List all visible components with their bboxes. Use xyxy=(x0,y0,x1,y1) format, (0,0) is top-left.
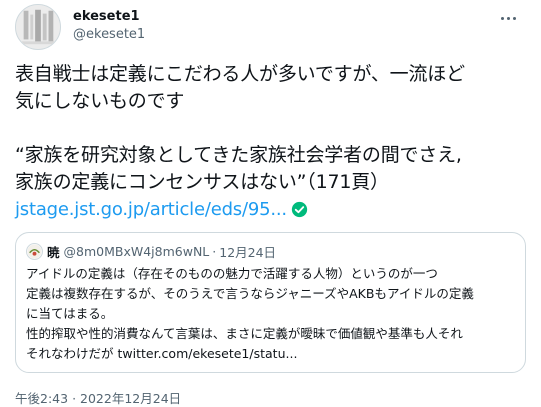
more-dot xyxy=(500,16,504,20)
author-display-name[interactable]: ekesete1 xyxy=(73,8,145,26)
quoted-date[interactable]: 12月24日 xyxy=(219,242,276,261)
more-dot xyxy=(512,16,516,20)
avatar-image-icon xyxy=(16,5,60,49)
tweet-text-line: 家族の定義にコンセンサスはない”（171頁） xyxy=(15,171,389,193)
tweet-text: 表自戦士は定義にこだわる人が多いですが、一流ほど 気にしないものです “家族を研… xyxy=(15,61,525,223)
quoted-text-line: 定義は複数存在するが、そのうえで言うならジャニーズやAKBもアイドルの定義 xyxy=(26,286,474,301)
tweet-text-line: 気にしないものです xyxy=(15,90,185,112)
timestamp-separator: · xyxy=(72,391,77,406)
author-handle[interactable]: @ekesete1 xyxy=(73,26,145,44)
tweet-link-row: jstage.jst.go.jp/article/eds/95... xyxy=(15,196,525,223)
quoted-text-last-line: それなわけだが twitter.com/ekesete1/statu... xyxy=(26,344,516,364)
quoted-tweet-header: 暁 @8m0MBxW4j8m6wNL · 12月24日 xyxy=(26,242,276,260)
tweet-time[interactable]: 午後2:43 xyxy=(15,391,68,406)
tweet-timestamp: 午後2:43 · 2022年12月24日 xyxy=(15,388,181,407)
quoted-text-line: アイドルの定義は（存在そのものの魅力で活躍する人物）というのが一つ xyxy=(26,266,438,281)
quoted-author-avatar[interactable] xyxy=(26,242,43,260)
author-avatar[interactable] xyxy=(15,4,61,50)
quoted-text-line: それなわけだが xyxy=(26,346,114,361)
quoted-text-line: に当てはまる。 xyxy=(26,306,114,321)
quoted-author-name[interactable]: 暁 xyxy=(47,242,60,261)
more-dot xyxy=(506,16,510,20)
tweet-date[interactable]: 2022年12月24日 xyxy=(80,391,181,406)
quoted-tweet-text: アイドルの定義は（存在そのものの魅力で活躍する人物）というのが一つ 定義は複数存… xyxy=(26,264,516,364)
verified-check-icon xyxy=(291,201,308,218)
quoted-author-handle[interactable]: @8m0MBxW4j8m6wNL xyxy=(64,244,210,259)
quoted-separator: · xyxy=(212,243,217,259)
more-options-button[interactable] xyxy=(496,6,520,30)
tweet-text-line: “家族を研究対象としてきた家族社会学者の間でさえ, xyxy=(15,144,462,166)
tweet-link[interactable]: jstage.jst.go.jp/article/eds/95... xyxy=(15,196,287,223)
quoted-text-line: 性的搾取や性的消費なんて言葉は、まさに定義が曖昧で価値観や基準も人それ xyxy=(26,326,463,341)
tweet-text-line: 表自戦士は定義にこだわる人が多いですが、一流ほど xyxy=(15,63,465,85)
quoted-tweet-link[interactable]: twitter.com/ekesete1/statu... xyxy=(118,346,298,361)
tweet-header: ekesete1 @ekesete1 xyxy=(15,4,526,50)
quoted-tweet-card[interactable]: 暁 @8m0MBxW4j8m6wNL · 12月24日 アイドルの定義は（存在そ… xyxy=(15,232,526,373)
